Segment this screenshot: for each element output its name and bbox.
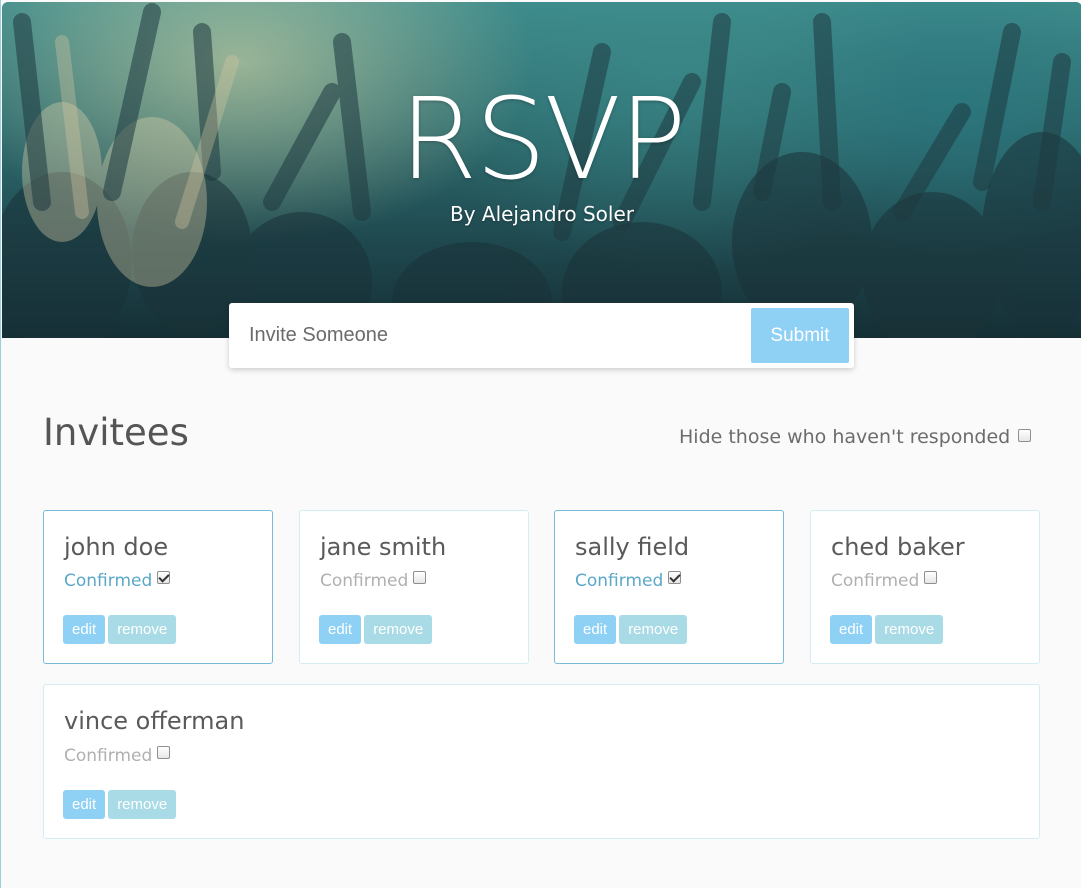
confirmed-checkbox[interactable]	[413, 570, 427, 584]
page: RSVP By Alejandro Soler Submit Invitees …	[0, 0, 1081, 888]
confirmed-label: Confirmed	[64, 571, 153, 591]
card-actions: edit remove	[63, 790, 179, 819]
edit-button[interactable]: edit	[574, 615, 617, 644]
hide-unresponded-checkbox[interactable]	[1018, 428, 1032, 442]
confirmed-checkbox[interactable]	[157, 570, 171, 584]
guest-name: ched baker	[831, 533, 965, 561]
hide-unresponded-label: Hide those who haven't responded	[679, 426, 1011, 448]
guest-card: ched baker Confirmed edit remove	[810, 510, 1040, 664]
confirmed-label: Confirmed	[320, 571, 409, 591]
invite-form: Submit	[229, 303, 854, 368]
guest-name: vince offerman	[64, 707, 245, 735]
hero-banner: RSVP By Alejandro Soler	[2, 2, 1081, 338]
remove-button[interactable]: remove	[108, 615, 177, 644]
remove-button[interactable]: remove	[619, 615, 688, 644]
guest-card: vince offerman Confirmed edit remove	[43, 684, 1040, 839]
confirmed-checkbox[interactable]	[668, 570, 682, 584]
card-actions: edit remove	[574, 615, 690, 644]
guest-card: jane smith Confirmed edit remove	[299, 510, 529, 664]
guest-name: jane smith	[320, 533, 447, 561]
guest-card: john doe Confirmed edit remove	[43, 510, 273, 664]
edit-button[interactable]: edit	[830, 615, 873, 644]
page-title: RSVP	[399, 75, 686, 205]
confirmed-toggle[interactable]: Confirmed	[320, 569, 427, 593]
guest-name: sally field	[575, 533, 690, 561]
edit-button[interactable]: edit	[63, 790, 106, 819]
edit-button[interactable]: edit	[319, 615, 362, 644]
confirmed-checkbox[interactable]	[924, 570, 938, 584]
confirmed-toggle[interactable]: Confirmed	[64, 569, 171, 593]
page-subtitle: By Alejandro Soler	[449, 202, 635, 226]
invitees-title: Invitees	[43, 411, 189, 454]
remove-button[interactable]: remove	[364, 615, 433, 644]
card-actions: edit remove	[63, 615, 179, 644]
confirmed-checkbox[interactable]	[157, 745, 171, 759]
submit-button[interactable]: Submit	[751, 308, 849, 363]
guest-card: sally field Confirmed edit remove	[554, 510, 784, 664]
confirmed-label: Confirmed	[575, 571, 664, 591]
remove-button[interactable]: remove	[108, 790, 177, 819]
confirmed-label: Confirmed	[831, 571, 920, 591]
confirmed-toggle[interactable]: Confirmed	[64, 744, 171, 768]
confirmed-toggle[interactable]: Confirmed	[831, 569, 938, 593]
remove-button[interactable]: remove	[875, 615, 944, 644]
confirmed-label: Confirmed	[64, 746, 153, 766]
card-actions: edit remove	[319, 615, 435, 644]
confirmed-toggle[interactable]: Confirmed	[575, 569, 682, 593]
guest-name: john doe	[64, 533, 169, 561]
card-actions: edit remove	[830, 615, 946, 644]
edit-button[interactable]: edit	[63, 615, 106, 644]
invite-input[interactable]	[229, 303, 749, 368]
hide-unresponded-toggle[interactable]: Hide those who haven't responded	[679, 424, 1039, 450]
